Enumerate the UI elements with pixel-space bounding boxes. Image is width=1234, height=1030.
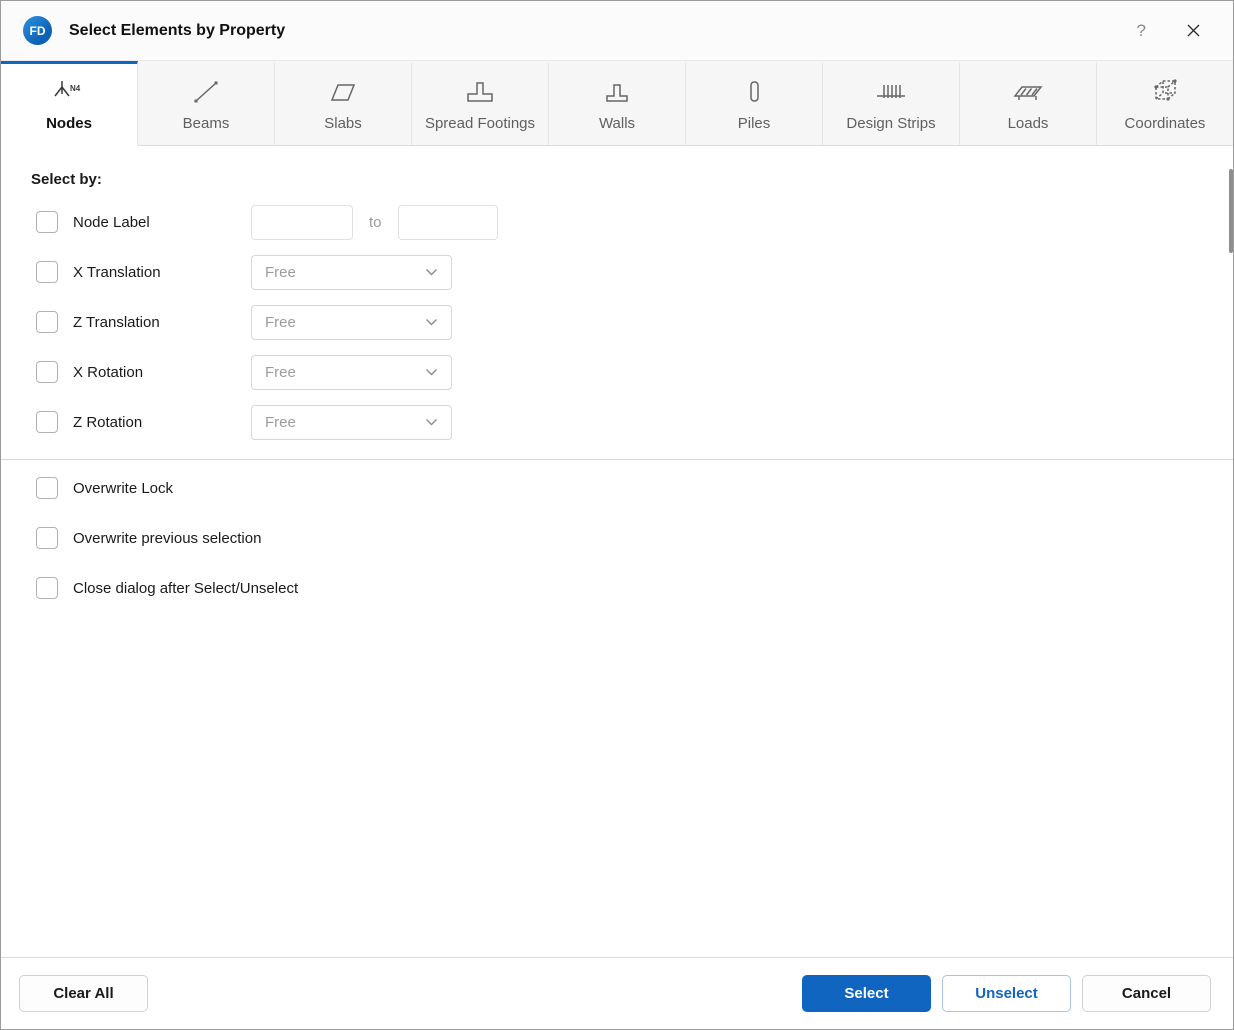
tab-label: Piles <box>737 115 771 132</box>
overwrite-lock-row: Overwrite Lock <box>1 463 1233 513</box>
close-dialog-checkbox[interactable] <box>36 577 58 599</box>
tab-loads[interactable]: Loads <box>960 61 1097 146</box>
select-value: Free <box>265 413 296 431</box>
dialog-body: Select by: Node Label to X Translation F… <box>1 146 1233 957</box>
tab-piles[interactable]: Piles <box>686 61 823 146</box>
tab-label: Spread Footings <box>424 115 536 132</box>
overwrite-previous-row: Overwrite previous selection <box>1 513 1233 563</box>
close-dialog-row: Close dialog after Select/Unselect <box>1 563 1233 613</box>
node-label-checkbox[interactable] <box>36 211 58 233</box>
close-icon <box>1186 23 1201 38</box>
pile-icon <box>738 74 770 106</box>
node-label-text: Node Label <box>73 213 150 231</box>
beam-icon <box>190 74 222 106</box>
select-value: Free <box>265 263 296 281</box>
slab-icon <box>327 74 359 106</box>
z-rotation-checkbox[interactable] <box>36 411 58 433</box>
tab-slabs[interactable]: Slabs <box>275 61 412 146</box>
coordinates-icon <box>1148 74 1182 106</box>
z-rotation-label: Z Rotation <box>73 413 143 431</box>
clear-all-button[interactable]: Clear All <box>19 975 148 1012</box>
z-translation-checkbox[interactable] <box>36 311 58 333</box>
wall-icon <box>601 74 633 106</box>
spread-footing-icon <box>463 74 497 106</box>
tab-nodes[interactable]: N4 Nodes <box>1 61 138 146</box>
x-translation-checkbox[interactable] <box>36 261 58 283</box>
tab-label: Coordinates <box>1124 115 1206 132</box>
select-value: Free <box>265 313 296 331</box>
select-value: Free <box>265 363 296 381</box>
tab-label: Nodes <box>46 115 92 132</box>
tab-design-strips[interactable]: Design Strips <box>823 61 960 146</box>
svg-text:N4: N4 <box>70 84 81 93</box>
close-dialog-label: Close dialog after Select/Unselect <box>73 579 299 597</box>
x-translation-row: X Translation Free <box>1 247 1233 297</box>
x-rotation-row: X Rotation Free <box>1 347 1233 397</box>
tab-label: Walls <box>598 115 636 132</box>
tab-label: Loads <box>1007 115 1049 132</box>
tab-beams[interactable]: Beams <box>138 61 275 146</box>
z-rotation-row: Z Rotation Free <box>1 397 1233 447</box>
select-button[interactable]: Select <box>802 975 931 1012</box>
range-to-label: to <box>369 213 382 231</box>
node-label-row: Node Label to <box>1 197 1233 247</box>
x-translation-select[interactable]: Free <box>251 254 452 290</box>
tab-label: Design Strips <box>846 115 936 132</box>
overwrite-previous-label: Overwrite previous selection <box>73 529 262 547</box>
section-divider <box>1 459 1233 460</box>
overwrite-lock-checkbox[interactable] <box>36 477 58 499</box>
node-label-to-input[interactable] <box>397 204 498 240</box>
tab-walls[interactable]: Walls <box>549 61 686 146</box>
node-label-from-input[interactable] <box>251 204 353 240</box>
tab-coordinates[interactable]: Coordinates <box>1097 61 1233 146</box>
dialog-title: Select Elements by Property <box>69 21 286 39</box>
chevron-down-icon <box>425 418 438 426</box>
unselect-button[interactable]: Unselect <box>942 975 1071 1012</box>
options-section: Overwrite Lock Overwrite previous select… <box>1 463 1233 613</box>
overwrite-lock-label: Overwrite Lock <box>73 479 174 497</box>
chevron-down-icon <box>425 318 438 326</box>
tab-strip: N4 Nodes Beams Slabs Spread Footings Wal… <box>1 61 1233 146</box>
chevron-down-icon <box>425 368 438 376</box>
select-by-heading: Select by: <box>31 171 102 188</box>
chevron-down-icon <box>425 268 438 276</box>
tab-label: Slabs <box>324 115 362 132</box>
z-translation-label: Z Translation <box>73 313 160 331</box>
x-rotation-checkbox[interactable] <box>36 361 58 383</box>
titlebar: FD Select Elements by Property ? <box>1 1 1233 61</box>
tab-spread-footings[interactable]: Spread Footings <box>412 61 549 146</box>
z-rotation-select[interactable]: Free <box>251 404 452 440</box>
x-rotation-label: X Rotation <box>73 363 144 381</box>
x-translation-label: X Translation <box>73 263 161 281</box>
loads-icon <box>1011 74 1045 106</box>
select-elements-dialog: FD Select Elements by Property ? N4 Node… <box>0 0 1234 1030</box>
overwrite-previous-checkbox[interactable] <box>36 527 58 549</box>
scrollbar-thumb[interactable] <box>1229 169 1233 253</box>
app-logo: FD <box>23 16 52 45</box>
nodes-icon: N4 <box>51 74 87 106</box>
cancel-button[interactable]: Cancel <box>1082 975 1211 1012</box>
design-strips-icon <box>874 74 908 106</box>
dialog-footer: Clear All Select Unselect Cancel <box>1 957 1233 1029</box>
close-button[interactable] <box>1180 17 1207 44</box>
z-translation-row: Z Translation Free <box>1 297 1233 347</box>
help-button[interactable]: ? <box>1129 17 1154 45</box>
z-translation-select[interactable]: Free <box>251 304 452 340</box>
tab-label: Beams <box>182 115 230 132</box>
x-rotation-select[interactable]: Free <box>251 354 452 390</box>
